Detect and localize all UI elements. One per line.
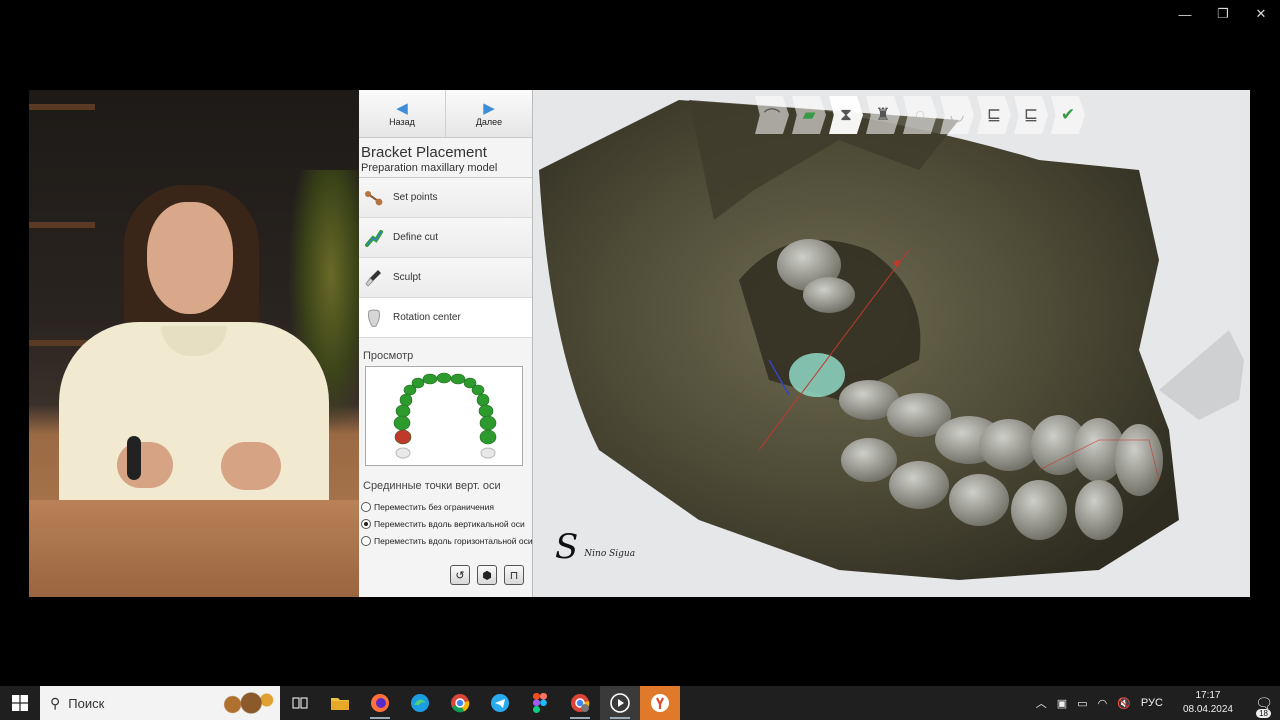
presenter-right-hand <box>221 442 281 490</box>
next-button[interactable]: ▶ Далее <box>445 90 532 137</box>
windows-logo-icon <box>12 695 28 711</box>
step-label: Set points <box>393 192 438 203</box>
system-tray: ︿ ▣ ▭ ◠ 🔇 РУС 17:17 08.04.2024 🗨 18 <box>1031 686 1280 720</box>
option-free-move[interactable]: Переместить без ограничения <box>359 498 532 515</box>
notifications-icon[interactable]: 🗨 18 <box>1248 695 1280 718</box>
shelf <box>29 104 95 110</box>
file-explorer-icon[interactable] <box>320 686 360 720</box>
bracket-icon[interactable]: ⧗ <box>829 96 863 134</box>
notification-count: 18 <box>1256 708 1271 718</box>
taskbar-search[interactable]: ⚲ Поиск <box>40 686 280 720</box>
battery-icon[interactable]: ▭ <box>1077 697 1087 710</box>
wooden-table <box>29 500 359 597</box>
search-highlight-image <box>214 688 276 718</box>
presenter-video <box>29 90 359 597</box>
chrome-icon[interactable] <box>440 686 480 720</box>
option-label: Переместить вдоль горизонтальной оси <box>374 535 533 546</box>
task-view-icon[interactable] <box>280 686 320 720</box>
reset-view-icon[interactable]: ↺ <box>450 565 470 585</box>
model-base-icon[interactable]: ▰ <box>792 96 826 134</box>
empty-step-icon[interactable]: ◡ <box>940 96 974 134</box>
back-button[interactable]: ◀ Назад <box>359 90 445 137</box>
midpoints-title: Срединные точки верт. оси <box>363 480 501 492</box>
scan-icon[interactable]: ⌒ <box>755 96 789 134</box>
set-points-icon <box>363 187 385 209</box>
panel-tools: ↺ ⬢ ⊓ <box>450 565 524 585</box>
step-rotation-center[interactable]: Rotation center <box>359 298 532 338</box>
radio-button[interactable] <box>361 535 371 546</box>
shelf <box>29 222 95 228</box>
empty-step-icon[interactable]: ◌ <box>903 96 937 134</box>
search-placeholder: Поиск <box>68 695 105 711</box>
language-indicator[interactable]: РУС <box>1141 697 1163 709</box>
logo-text: Nino Sigua <box>584 549 636 559</box>
option-label: Переместить вдоль вертикальной оси <box>374 518 525 529</box>
clock-date: 08.04.2024 <box>1182 704 1233 715</box>
step-label: Define cut <box>393 232 439 243</box>
chrome-profile-icon[interactable] <box>560 686 600 720</box>
tooth-axis-icon[interactable]: ♜ <box>866 96 900 134</box>
workflow-toolbar: ⌒ ▰ ⧗ ♜ ◌ ◡ ⊑ ⊑ ✔ <box>755 96 1088 134</box>
3d-viewport[interactable]: ⌒ ▰ ⧗ ♜ ◌ ◡ ⊑ ⊑ ✔ S Nino Sigua <box>533 90 1250 597</box>
cbct-jaw-render <box>539 100 1244 580</box>
telegram-icon[interactable] <box>480 686 520 720</box>
presenter-left-hand <box>117 442 173 488</box>
clock-time: 17:17 <box>1195 690 1221 701</box>
arrow-left-icon: ◀ <box>396 99 408 117</box>
start-button[interactable] <box>0 686 40 720</box>
close-button[interactable]: ✕ <box>1242 0 1280 28</box>
step-label: Sculpt <box>393 272 421 283</box>
radio-button[interactable] <box>361 501 371 512</box>
step-sculpt[interactable]: Sculpt <box>359 258 532 298</box>
back-label: Назад <box>389 116 415 127</box>
radio-button-selected[interactable] <box>361 518 371 529</box>
video-frame[interactable]: ◀ Назад ▶ Далее Bracket Placement Prepar… <box>29 90 1250 597</box>
wifi-icon[interactable]: ◠ <box>1098 697 1108 710</box>
devices-icon[interactable]: ▣ <box>1057 697 1067 710</box>
arrow-right-icon: ▶ <box>483 99 495 117</box>
panel-title: Bracket Placement <box>361 144 487 161</box>
yandex-browser-icon[interactable] <box>640 686 680 720</box>
next-label: Далее <box>475 116 503 127</box>
clock[interactable]: 17:17 08.04.2024 <box>1178 689 1238 717</box>
arch-preview[interactable] <box>365 366 523 466</box>
maximize-button[interactable]: ❐ <box>1204 0 1242 28</box>
clicker-remote <box>127 436 141 480</box>
option-horizontal-axis[interactable]: Переместить вдоль горизонтальной оси <box>359 532 533 549</box>
window-controls: — ❐ ✕ <box>1166 0 1280 28</box>
lock-icon[interactable]: ⊓ <box>504 565 524 585</box>
step-set-points[interactable]: Set points <box>359 178 532 218</box>
figma-icon[interactable] <box>520 686 560 720</box>
define-cut-icon <box>363 227 385 249</box>
step-label: Rotation center <box>393 312 461 323</box>
panel-subtitle: Preparation maxillary model <box>359 161 532 178</box>
sculpt-icon <box>363 267 385 289</box>
rotation-center-icon <box>363 307 385 329</box>
media-player-icon[interactable] <box>600 686 640 720</box>
option-label: Переместить без ограничения <box>374 501 494 512</box>
edge-icon[interactable] <box>400 686 440 720</box>
logo-mark: S <box>555 527 579 567</box>
tooth-view-icon[interactable]: ⬢ <box>477 565 497 585</box>
presenter-face <box>147 202 233 314</box>
option-vertical-axis[interactable]: Переместить вдоль вертикальной оси <box>359 515 532 532</box>
export-check-icon[interactable]: ✔ <box>1051 96 1085 134</box>
wizard-nav: ◀ Назад ▶ Далее <box>359 90 532 138</box>
watermark-logo: S Nino Sigua <box>555 527 635 567</box>
taskbar: ⚲ Поиск ︿ ▣ ▭ ◠ 🔇 РУС 17:17 08.04.2024 🗨… <box>0 686 1280 720</box>
step-define-cut[interactable]: Define cut <box>359 218 532 258</box>
preview-title: Просмотр <box>363 350 414 362</box>
screen: — ❐ ✕ ◀ Назад ▶ Далее Bracket Placement … <box>0 0 1280 720</box>
minimize-button[interactable]: — <box>1166 0 1204 28</box>
dental-arch-icon <box>393 372 497 459</box>
chevron-up-icon[interactable]: ︿ <box>1036 695 1047 711</box>
search-icon: ⚲ <box>50 694 61 711</box>
bracket-set-icon[interactable]: ⊑ <box>977 96 1011 134</box>
bracket-set-2-icon[interactable]: ⊑ <box>1014 96 1048 134</box>
firefox-icon[interactable] <box>360 686 400 720</box>
bracket-panel: ◀ Назад ▶ Далее Bracket Placement Prepar… <box>359 90 533 597</box>
volume-muted-icon[interactable]: 🔇 <box>1117 697 1131 710</box>
